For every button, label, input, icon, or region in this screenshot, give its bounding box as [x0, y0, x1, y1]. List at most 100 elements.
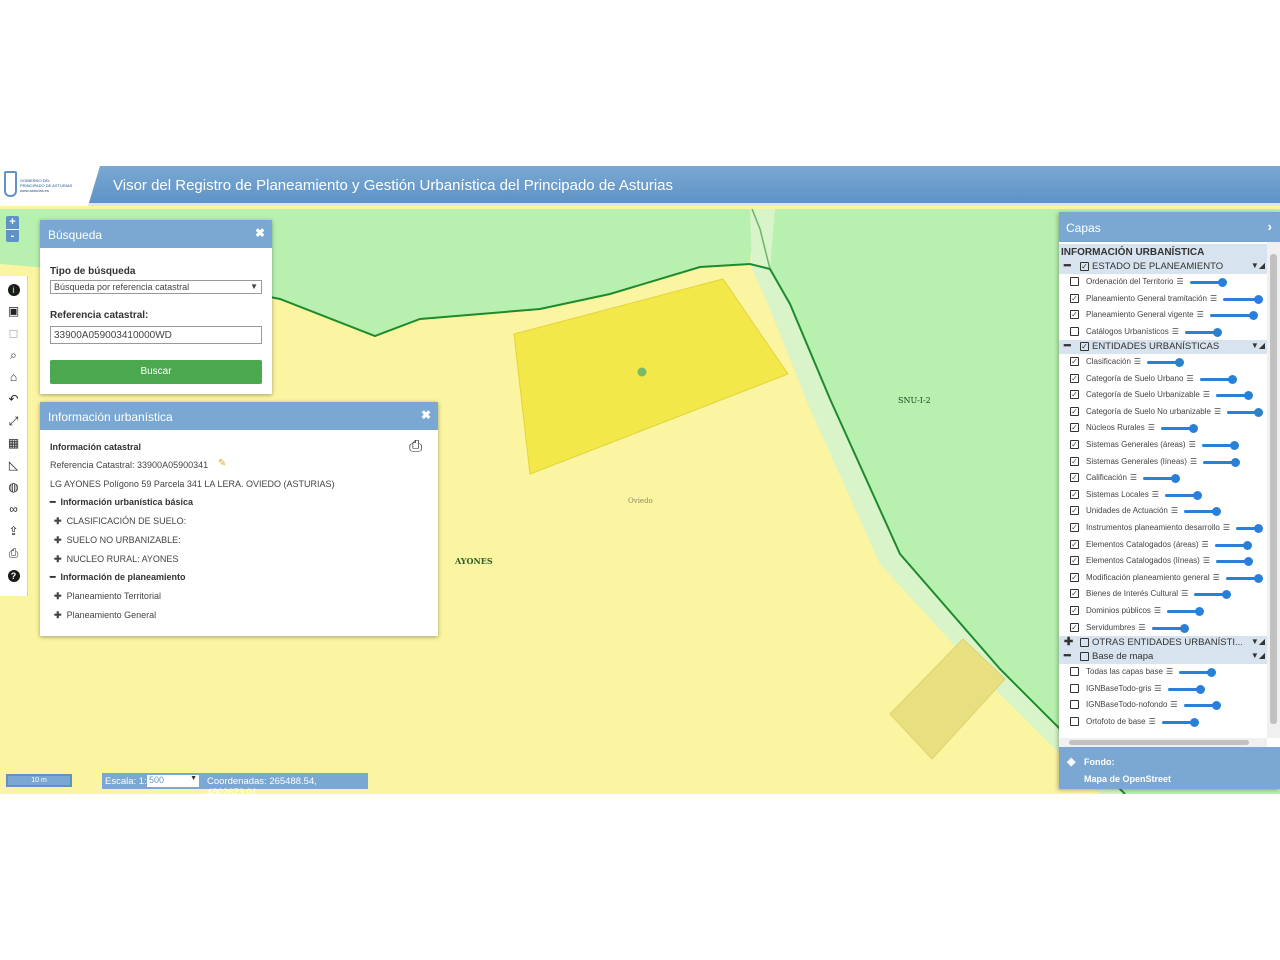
tree-item[interactable]: ✚ CLASIFICACIÓN DE SUELO: [54, 516, 186, 527]
opacity-slider[interactable] [1214, 540, 1252, 550]
undo-icon[interactable]: ↶ [6, 392, 21, 407]
opacity-slider[interactable] [1161, 717, 1199, 727]
minus-icon[interactable]: ━ [1064, 650, 1071, 662]
layer-row[interactable]: Catálogos Urbanísticos ☰ [1059, 324, 1280, 340]
legend-list-icon[interactable]: ☰ [1190, 457, 1197, 466]
legend-list-icon[interactable]: ☰ [1152, 490, 1159, 499]
checkbox[interactable]: ✓ [1070, 556, 1079, 566]
opacity-slider[interactable] [1147, 358, 1185, 367]
legend-list-icon[interactable]: ☰ [1203, 556, 1210, 565]
legend-list-icon[interactable]: ☰ [1149, 717, 1156, 726]
tree-item[interactable]: ✚ Planeamiento General [54, 610, 156, 621]
legend-list-icon[interactable]: ☰ [1170, 700, 1177, 709]
cadastre-link-icon[interactable]: ✎ [218, 458, 226, 469]
checkbox[interactable]: ✓ [1070, 357, 1079, 366]
opacity-slider[interactable] [1201, 441, 1239, 450]
zoom-in-button[interactable]: + [6, 216, 19, 229]
layer-box-icon[interactable]: ▣ [6, 304, 21, 319]
checkbox[interactable]: ✓ [1070, 473, 1079, 483]
opacity-slider[interactable] [1167, 684, 1205, 694]
checkbox[interactable]: ✓ [1070, 456, 1079, 466]
full-extent-icon[interactable]: ⤢ [6, 414, 21, 429]
layer-row[interactable]: ✓ Categoría de Suelo Urbano ☰ [1059, 371, 1280, 387]
slider-handle[interactable] [1227, 374, 1237, 384]
close-icon[interactable]: ✖ [255, 226, 265, 240]
checkbox[interactable]: ✓ [1070, 293, 1079, 303]
home-icon[interactable]: ⌂ [6, 370, 21, 385]
layer-row[interactable]: ✓ Categoría de Suelo No urbanizable ☰ [1059, 404, 1280, 420]
layer-row[interactable]: Todas las capas base ☰ [1059, 664, 1280, 680]
legend-list-icon[interactable]: ☰ [1181, 589, 1188, 598]
search-type-select[interactable]: Búsqueda por referencia catastral ▼ [50, 280, 262, 294]
legend-list-icon[interactable]: ☰ [1186, 374, 1193, 383]
vertical-scrollbar[interactable] [1267, 242, 1280, 738]
opacity-slider[interactable] [1216, 391, 1254, 401]
scrollbar-thumb[interactable] [1270, 254, 1277, 724]
checkbox[interactable]: ✓ [1070, 539, 1079, 549]
layer-row[interactable]: ✓ Dominios públicos ☰ [1059, 603, 1280, 619]
legend-list-icon[interactable]: ☰ [1214, 407, 1221, 416]
layer-row[interactable]: ✓ Sistemas Generales (áreas) ☰ [1059, 437, 1280, 453]
basemap-selector[interactable]: ◈ Fondo: Mapa de OpenStreet [1059, 747, 1280, 789]
opacity-slider[interactable] [1184, 327, 1222, 337]
opacity-slider[interactable] [1194, 590, 1232, 600]
layer-row[interactable]: ✓ Unidades de Actuación ☰ [1059, 503, 1280, 519]
slider-handle[interactable] [1231, 457, 1241, 467]
slider-handle[interactable] [1222, 590, 1232, 600]
legend-list-icon[interactable]: ☰ [1210, 294, 1217, 303]
checkbox[interactable] [1070, 277, 1079, 286]
checkbox[interactable]: ✓ [1070, 506, 1079, 516]
layer-row[interactable]: IGNBaseTodo-gris ☰ [1059, 681, 1280, 697]
opacity-slider[interactable] [1236, 524, 1263, 533]
slider-handle[interactable] [1212, 507, 1222, 517]
checkbox[interactable]: ✓ [1070, 423, 1079, 433]
layer-row[interactable]: ✓ Planeamiento General vigente ☰ [1059, 307, 1280, 323]
checkbox[interactable]: ✓ [1070, 440, 1079, 449]
legend-list-icon[interactable]: ☰ [1154, 684, 1161, 693]
zoom-area-icon[interactable]: ⌕ [6, 348, 21, 363]
layer-row[interactable]: ✓ Calificación ☰ [1059, 470, 1280, 486]
layer-group-otras[interactable]: ✚ OTRAS ENTIDADES URBANÍSTI... ▼◢ [1059, 636, 1267, 650]
tree-item[interactable]: ✚ Planeamiento Territorial [54, 591, 161, 602]
checkbox[interactable]: ✓ [1070, 606, 1079, 615]
minus-icon[interactable]: ━ [1064, 260, 1071, 272]
checkbox[interactable]: ✓ [1070, 489, 1079, 499]
legend-list-icon[interactable]: ☰ [1172, 327, 1179, 336]
checkbox[interactable]: ✓ [1070, 390, 1079, 400]
scale-select[interactable]: 500 ▼ [147, 775, 199, 787]
chevron-right-icon[interactable]: › [1268, 219, 1272, 234]
opacity-slider[interactable] [1183, 701, 1221, 711]
horizontal-scrollbar[interactable] [1059, 738, 1267, 747]
opacity-slider[interactable] [1189, 278, 1227, 287]
checkbox[interactable]: ✓ [1070, 310, 1079, 320]
legend-list-icon[interactable]: ☰ [1130, 473, 1137, 482]
search-button[interactable]: Buscar [50, 360, 262, 384]
opacity-slider[interactable] [1151, 623, 1189, 633]
layer-row[interactable]: ✓ Categoría de Suelo Urbanizable ☰ [1059, 387, 1280, 403]
opacity-slider[interactable] [1143, 474, 1181, 484]
print-icon[interactable]: ⎙ [6, 546, 21, 561]
opacity-slider[interactable] [1167, 607, 1205, 616]
checkbox[interactable]: ✓ [1070, 373, 1079, 383]
share-icon[interactable]: ⇪ [6, 524, 21, 539]
checkbox[interactable] [1080, 652, 1089, 661]
checkbox[interactable]: ✓ [1070, 523, 1079, 532]
layer-group-estado[interactable]: ━ ✓ ESTADO DE PLANEAMIENTO ▼◢ [1059, 260, 1267, 274]
measure-icon[interactable]: ◺ [6, 458, 21, 473]
dropdown-icon[interactable]: ▼◢ [1251, 651, 1265, 660]
legend-list-icon[interactable]: ☰ [1171, 506, 1178, 515]
slider-handle[interactable] [1242, 540, 1252, 550]
globe-icon[interactable]: ◍ [6, 480, 21, 495]
layer-row[interactable]: ✓ Instrumentos planeamiento desarrollo ☰ [1059, 520, 1280, 536]
checkbox[interactable] [1070, 683, 1079, 693]
dropdown-icon[interactable]: ▼◢ [1251, 637, 1265, 646]
zoom-out-button[interactable]: - [6, 229, 19, 242]
layer-row[interactable]: IGNBaseTodo-nofondo ☰ [1059, 697, 1280, 713]
layer-row[interactable]: ✓ Sistemas Locales ☰ [1059, 487, 1280, 503]
building-icon[interactable]: ▦ [6, 436, 21, 451]
slider-handle[interactable] [1195, 684, 1205, 694]
layer-row[interactable]: Ordenación del Territorio ☰ [1059, 274, 1280, 290]
tree-item[interactable]: ✚ NUCLEO RURAL: AYONES [54, 554, 178, 565]
slider-handle[interactable] [1254, 407, 1263, 417]
help-icon[interactable]: ? [6, 568, 21, 583]
